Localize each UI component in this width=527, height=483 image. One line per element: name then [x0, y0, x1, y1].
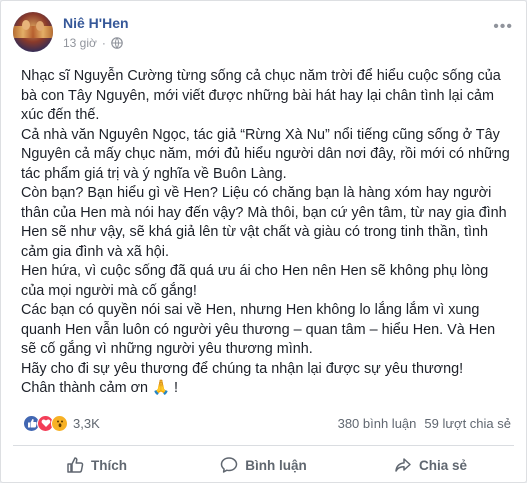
share-label: Chia sẻ [418, 457, 468, 473]
post-paragraph: Hãy cho đi sự yêu thương để chúng ta nhậ… [21, 360, 464, 377]
post-closing: Chân thành cảm ơn 🙏 ! [21, 379, 511, 399]
reactions-summary[interactable]: 3,3K [23, 414, 100, 432]
post-stats: 3,3K 380 bình luận 59 lượt chia sẻ [23, 413, 511, 433]
post-paragraph: Nhạc sĩ Nguyễn Cường từng sống cả chục n… [21, 68, 501, 123]
like-label: Thích [91, 457, 127, 473]
post-paragraph: Các bạn có quyền nói sai về Hen, nhưng H… [21, 302, 496, 357]
avatar[interactable] [13, 12, 53, 52]
post-body: Nhạc sĩ Nguyễn Cường từng sống cả chục n… [21, 67, 511, 399]
post-card: Niê H'Hen 13 giờ · ••• Nhạc sĩ Nguyễn Cư… [0, 0, 527, 483]
post-paragraph: Cả nhà văn Nguyên Ngọc, tác giả “Rừng Xà… [21, 126, 510, 182]
comment-label: Bình luận [245, 457, 307, 473]
comment-icon [221, 457, 238, 473]
post-meta: 13 giờ · [63, 36, 123, 50]
post-time[interactable]: 13 giờ [63, 36, 97, 50]
wow-reaction-icon [51, 414, 68, 432]
post-header: Niê H'Hen 13 giờ · ••• [13, 12, 513, 56]
more-options-icon[interactable]: ••• [493, 18, 513, 36]
divider [13, 445, 514, 446]
comment-button[interactable]: Bình luận [180, 450, 347, 480]
share-icon [395, 458, 411, 472]
share-button[interactable]: Chia sẻ [347, 450, 514, 480]
pray-emoji-icon: 🙏 [152, 380, 170, 396]
post-paragraph: Hen hứa, vì cuộc sống đã quá ưu ái cho H… [21, 263, 489, 299]
comments-count[interactable]: 380 bình luận [338, 416, 417, 431]
post-paragraph: Còn bạn? Bạn hiểu gì về Hen? Liệu có chă… [21, 185, 507, 260]
closing-text: Chân thành cảm ơn [21, 380, 149, 396]
like-button[interactable]: Thích [13, 450, 180, 480]
globe-icon [111, 37, 123, 49]
thumbs-up-icon [67, 457, 84, 473]
shares-count[interactable]: 59 lượt chia sẻ [424, 416, 511, 431]
post-actions: Thích Bình luận Chia sẻ [13, 450, 514, 480]
author-name[interactable]: Niê H'Hen [63, 15, 129, 31]
closing-suffix: ! [173, 380, 178, 396]
reaction-count: 3,3K [73, 415, 100, 431]
